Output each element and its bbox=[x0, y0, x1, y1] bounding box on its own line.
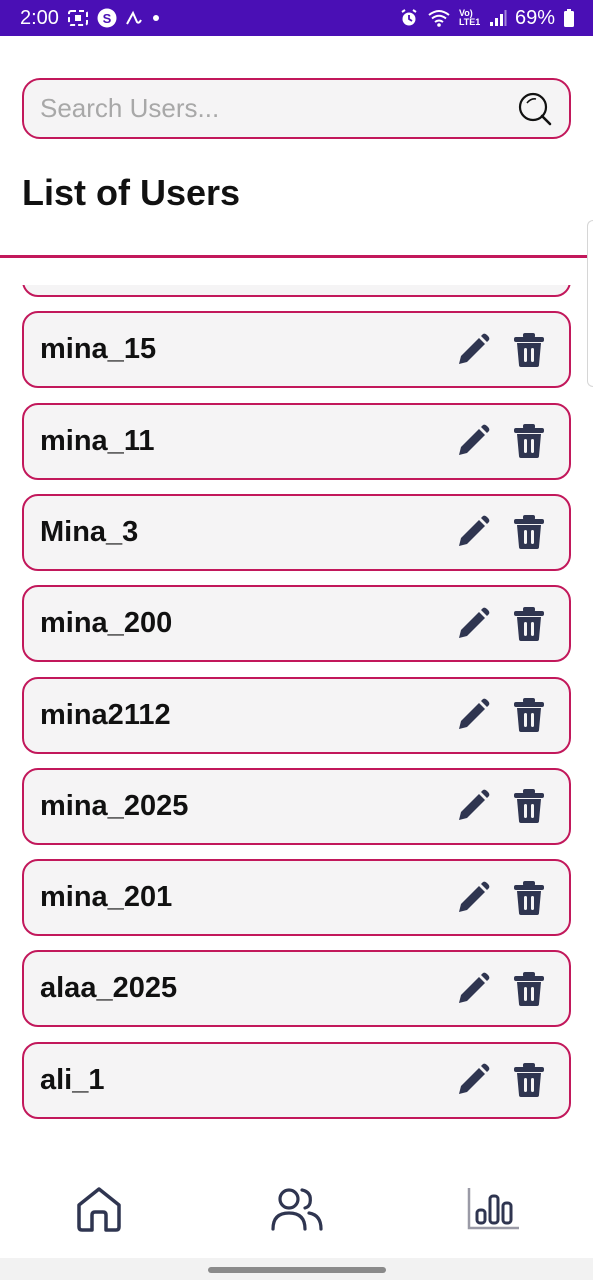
trash-icon[interactable] bbox=[509, 878, 549, 918]
page-title: List of Users bbox=[22, 172, 241, 213]
home-icon bbox=[73, 1185, 125, 1238]
trash-icon[interactable] bbox=[509, 604, 549, 644]
list-item[interactable]: mina_200 bbox=[22, 585, 571, 663]
user-name: alaa_2025 bbox=[40, 972, 178, 1005]
search-icon[interactable] bbox=[515, 89, 555, 129]
app-s-icon: S bbox=[97, 8, 117, 28]
edit-icon[interactable] bbox=[453, 512, 493, 552]
search-box[interactable] bbox=[22, 78, 571, 139]
battery-percent: 69% bbox=[514, 6, 555, 29]
status-right: Vo) LTE1 69% bbox=[399, 7, 575, 30]
user-name: mina_200 bbox=[40, 607, 173, 640]
nav-stats[interactable] bbox=[395, 1186, 593, 1237]
edit-icon[interactable] bbox=[453, 1060, 493, 1100]
screen-record-icon bbox=[67, 9, 89, 27]
edit-icon[interactable] bbox=[453, 695, 493, 735]
list-item[interactable]: mina_15 bbox=[22, 311, 571, 389]
trash-icon[interactable] bbox=[509, 695, 549, 735]
user-name: mina2112 bbox=[40, 698, 171, 731]
battery-icon bbox=[563, 8, 575, 28]
trash-icon[interactable] bbox=[509, 330, 549, 370]
trash-icon[interactable] bbox=[509, 786, 549, 826]
edit-icon[interactable] bbox=[453, 330, 493, 370]
edit-icon[interactable] bbox=[453, 878, 493, 918]
network-type-label: Vo) LTE1 bbox=[458, 8, 481, 27]
user-name: mina_201 bbox=[40, 881, 173, 914]
bar-chart-icon bbox=[467, 1186, 521, 1237]
header-divider bbox=[0, 255, 593, 258]
notification-dot-icon bbox=[151, 13, 161, 23]
edit-icon[interactable] bbox=[453, 604, 493, 644]
trash-icon[interactable] bbox=[509, 1060, 549, 1100]
users-icon bbox=[269, 1185, 325, 1238]
edit-icon[interactable] bbox=[453, 786, 493, 826]
app-signature-icon bbox=[125, 10, 143, 26]
nav-home[interactable] bbox=[0, 1185, 198, 1238]
user-name: ali_1 bbox=[40, 1063, 105, 1096]
list-item[interactable]: mina_201 bbox=[22, 859, 571, 937]
home-gesture-bar[interactable] bbox=[208, 1267, 386, 1273]
list-item[interactable]: Mina_3 bbox=[22, 493, 571, 571]
user-list-viewport[interactable]: mina_9 mina_15 mina_11 Mina_3 mina_200 mina21… bbox=[0, 285, 593, 1165]
status-bar: 2:00 S Vo) LTE1 69% bbox=[0, 0, 593, 36]
alarm-icon bbox=[399, 8, 419, 28]
nav-users[interactable] bbox=[198, 1185, 396, 1238]
user-name: Mina_3 bbox=[40, 515, 139, 548]
edit-icon[interactable] bbox=[453, 421, 493, 461]
edit-icon[interactable] bbox=[453, 969, 493, 1009]
wifi-icon bbox=[427, 8, 451, 28]
status-left: 2:00 S bbox=[20, 7, 161, 30]
user-name: mina_2025 bbox=[40, 789, 189, 822]
list-item[interactable]: mina2112 bbox=[22, 676, 571, 754]
user-name: mina_11 bbox=[40, 424, 155, 457]
list-item[interactable]: mina_9 bbox=[22, 285, 571, 297]
svg-text:S: S bbox=[103, 11, 112, 26]
trash-icon[interactable] bbox=[509, 969, 549, 1009]
bottom-nav bbox=[0, 1165, 593, 1258]
list-item[interactable]: ali_1 bbox=[22, 1041, 571, 1119]
list-item[interactable]: alaa_2025 bbox=[22, 950, 571, 1028]
trash-icon[interactable] bbox=[509, 512, 549, 552]
signal-icon bbox=[489, 9, 507, 27]
list-item[interactable]: mina_2025 bbox=[22, 767, 571, 845]
search-input[interactable] bbox=[38, 92, 515, 125]
trash-icon[interactable] bbox=[509, 421, 549, 461]
user-name: mina_15 bbox=[40, 333, 157, 366]
status-time: 2:00 bbox=[20, 6, 59, 29]
list-item[interactable]: mina_11 bbox=[22, 402, 571, 480]
